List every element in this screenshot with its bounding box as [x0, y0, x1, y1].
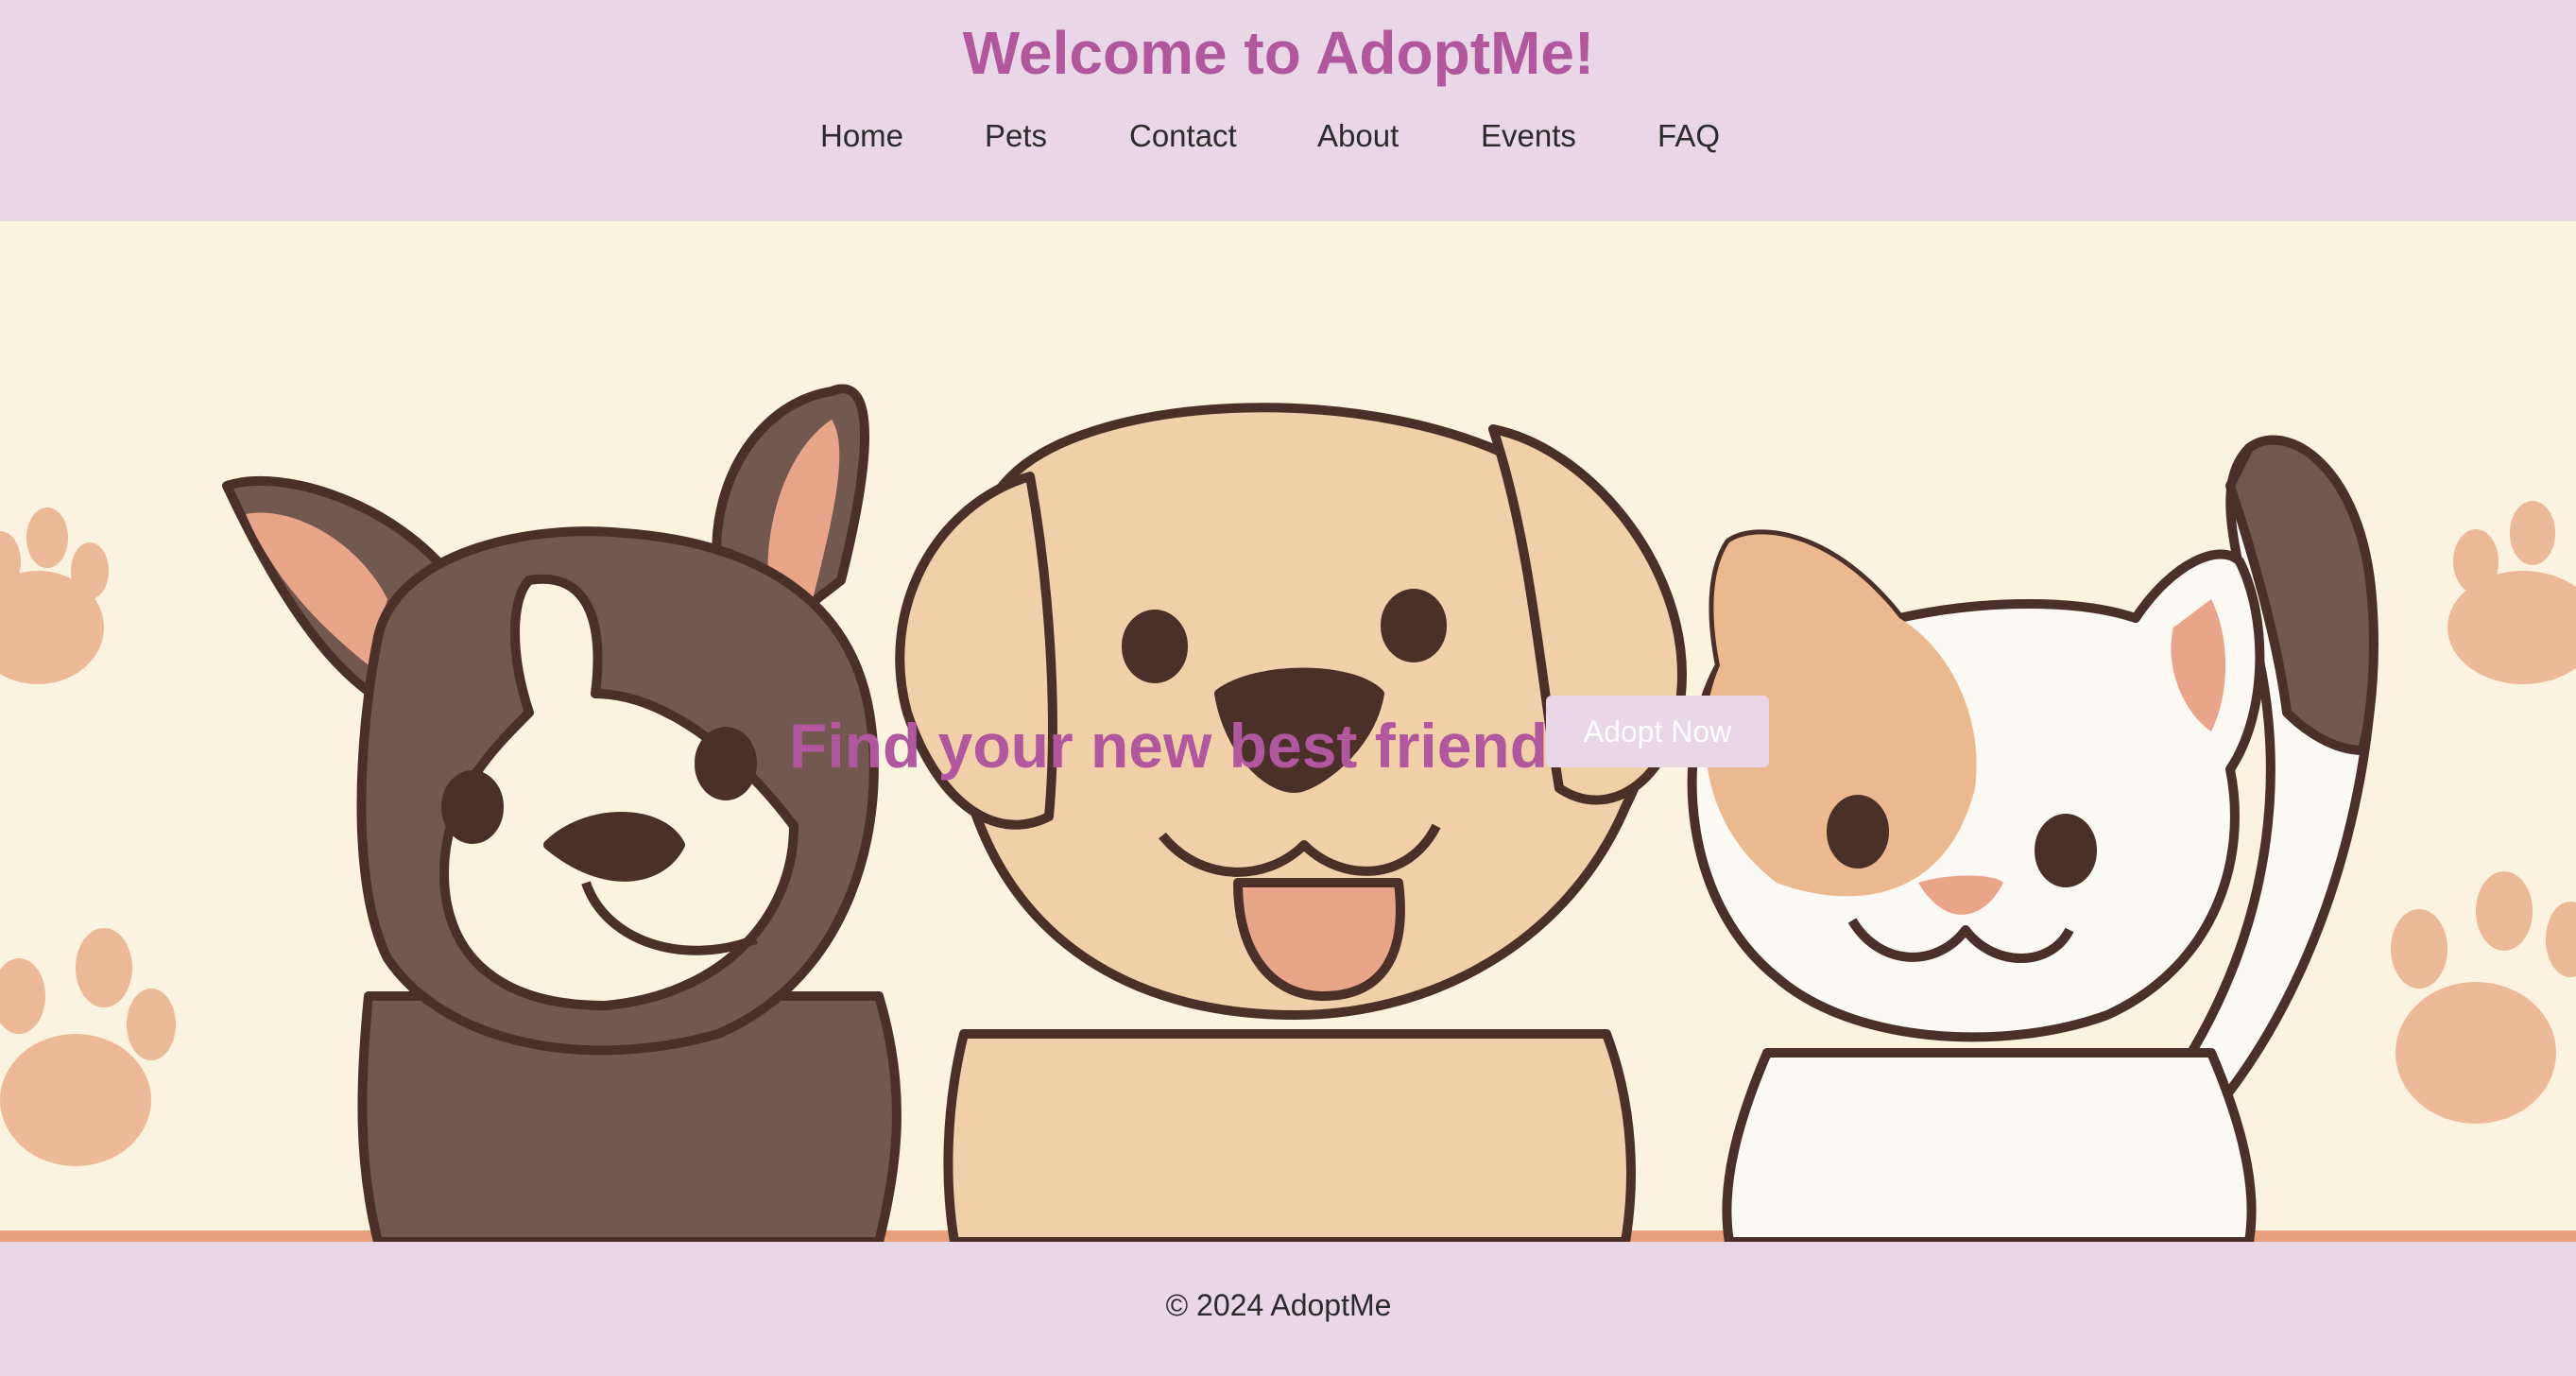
site-header: Welcome to AdoptMe! Home Pets Contact Ab… — [0, 0, 2576, 221]
cat-drawing — [1687, 435, 2379, 1242]
adopt-now-button[interactable]: Adopt Now — [1546, 696, 1769, 767]
site-title: Welcome to AdoptMe! — [962, 19, 1595, 87]
nav-about[interactable]: About — [1317, 112, 1399, 160]
hero-banner: Find your new best friend! Adopt Now — [0, 221, 2576, 1242]
site-footer: © 2024 AdoptMe — [0, 1242, 2576, 1376]
main-nav: Home Pets Contact About Events FAQ — [0, 112, 2576, 160]
hero-headline: Find your new best friend! — [789, 711, 1570, 781]
nav-events[interactable]: Events — [1481, 112, 1576, 160]
nav-contact[interactable]: Contact — [1129, 112, 1237, 160]
golden-puppy-drawing — [895, 403, 1687, 1242]
nav-pets[interactable]: Pets — [985, 112, 1047, 160]
nav-faq[interactable]: FAQ — [1657, 112, 1720, 160]
boston-terrier-drawing — [222, 384, 902, 1242]
nav-home[interactable]: Home — [820, 112, 903, 160]
copyright-text: © 2024 AdoptMe — [1165, 1288, 1392, 1322]
